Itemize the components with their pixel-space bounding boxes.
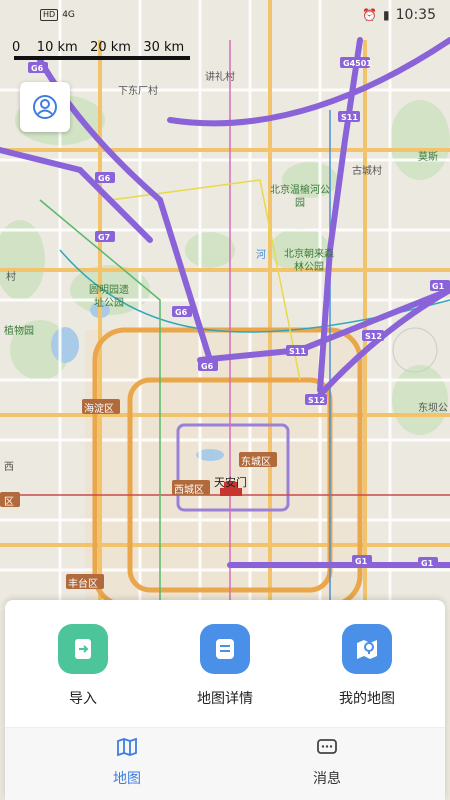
status-bar: HD 4G ⏰ ▮ 10:35 [0, 0, 450, 30]
shield-g7: G7 [98, 233, 110, 242]
map-tab-icon [117, 737, 137, 757]
shield-g1-c: G1 [432, 282, 445, 291]
map-scale-bar: 0 10 km 20 km 30 km [12, 40, 202, 64]
tab-bar: 地图 消息 [5, 728, 445, 800]
map-detail-label: 地图详情 [197, 691, 253, 707]
hd-indicator: HD [40, 9, 59, 21]
shield-g1-a: G1 [355, 557, 368, 566]
import-action[interactable]: 导入 [23, 624, 143, 708]
place-label: 村 [6, 272, 16, 283]
shield-g4501: G4501 [343, 59, 372, 68]
river-label: 河 [256, 250, 266, 261]
status-left: HD 4G [40, 9, 75, 21]
shield-g6-d: G6 [201, 362, 214, 371]
shield-s11-a: S11 [341, 113, 358, 122]
my-map-icon [342, 624, 392, 674]
battery-icon: ▮ [383, 8, 390, 22]
district-label: 丰台区 [68, 579, 98, 590]
shield-g1-b: G1 [421, 559, 434, 568]
scale-line [14, 56, 190, 60]
district-label: 西城区 [174, 485, 204, 496]
status-time: 10:35 [395, 7, 436, 23]
park-label: 北京朝来森林公园 [284, 249, 334, 273]
user-icon [33, 95, 57, 119]
place-label: 下东厂村 [118, 86, 158, 97]
shield-s12-b: S12 [308, 396, 325, 405]
tab-messages-label: 消息 [313, 771, 341, 787]
status-right: ⏰ ▮ 10:35 [362, 7, 436, 23]
map-detail-icon [200, 624, 250, 674]
district-label: 区 [4, 497, 14, 508]
my-map-action[interactable]: 我的地图 [307, 624, 427, 708]
shield-s11-b: S11 [289, 347, 306, 356]
place-label: 莫斯 [418, 152, 438, 163]
shield-g6-a: G6 [31, 64, 44, 73]
place-label: 东坝公 [418, 403, 448, 414]
alarm-icon: ⏰ [362, 8, 378, 22]
tab-map-label: 地图 [113, 771, 141, 787]
message-tab-icon [317, 739, 337, 754]
park-label: 植物园 [4, 326, 34, 337]
park-label: 圆明园遗址公园 [89, 285, 129, 309]
district-label: 海淀区 [84, 404, 114, 415]
district-label: 东城区 [241, 457, 271, 468]
tab-map[interactable]: 地图 [67, 736, 187, 788]
profile-button[interactable] [20, 82, 70, 132]
shield-g6-b: G6 [98, 174, 111, 183]
tab-messages[interactable]: 消息 [267, 736, 387, 788]
network-type: 4G [62, 10, 75, 20]
shield-s12-a: S12 [365, 332, 382, 341]
my-map-label: 我的地图 [339, 691, 395, 707]
map-detail-action[interactable]: 地图详情 [165, 624, 285, 708]
action-row: 导入 地图详情 我的地图 [5, 624, 445, 724]
place-label: 古城村 [352, 166, 382, 177]
park-label: 北京温榆河公园 [270, 185, 330, 209]
import-icon [58, 624, 108, 674]
shield-g6-c: G6 [175, 308, 188, 317]
place-label: 西 [4, 462, 14, 473]
landmark-label: 天安门 [214, 476, 247, 489]
bottom-sheet: 导入 地图详情 我的地图 地图 消息 [5, 600, 445, 800]
scale-labels: 0 10 km 20 km 30 km [12, 40, 185, 55]
place-label: 讲礼村 [205, 72, 235, 83]
import-label: 导入 [69, 691, 97, 707]
